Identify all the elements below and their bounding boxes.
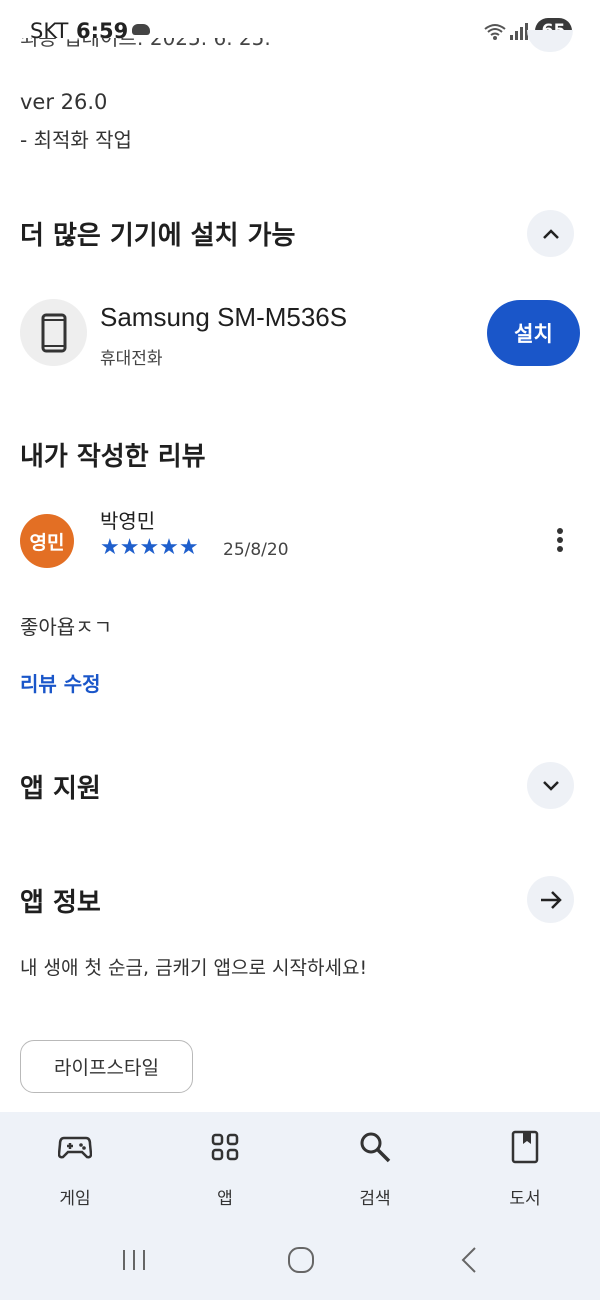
last-updated-text: 최종 업데이트: 2025. 6. 25. — [20, 38, 271, 50]
cloud-icon — [132, 24, 150, 35]
nav-search[interactable]: 검색 — [300, 1112, 450, 1222]
nav-games[interactable]: 게임 — [0, 1112, 150, 1222]
app-info-title: 앱 정보 — [20, 888, 101, 918]
search-icon — [358, 1130, 392, 1164]
signal-icon — [510, 22, 528, 40]
phone-icon — [41, 313, 66, 352]
more-options-button[interactable] — [548, 524, 572, 556]
edit-review-link[interactable]: 리뷰 수정 — [20, 668, 101, 697]
avatar: 영민 — [20, 514, 74, 568]
install-button[interactable]: 설치 — [487, 300, 580, 366]
back-icon — [461, 1247, 476, 1273]
device-name: Samsung SM-M536S — [100, 302, 348, 332]
apps-grid-icon — [208, 1130, 242, 1164]
nav-search-label: 검색 — [359, 1189, 391, 1209]
nav-books[interactable]: 도서 — [450, 1112, 600, 1222]
back-button[interactable] — [439, 1240, 499, 1280]
chevron-up-icon — [542, 228, 559, 239]
app-description: 내 생애 첫 순금, 금캐기 앱으로 시작하세요! — [20, 957, 368, 979]
star-rating: ★★★★★ — [100, 535, 199, 560]
update-note: - 최적화 작업 — [20, 128, 132, 152]
app-info-button[interactable] — [527, 876, 574, 923]
reviewer-name: 박영민 — [100, 509, 156, 533]
nav-apps[interactable]: 앱 — [150, 1112, 300, 1222]
more-vert-icon — [557, 528, 563, 534]
more-devices-title: 더 많은 기기에 설치 가능 — [20, 221, 296, 251]
wifi-icon — [483, 22, 507, 46]
nav-games-label: 게임 — [59, 1189, 91, 1209]
recent-apps-icon — [123, 1250, 145, 1270]
home-icon — [288, 1247, 314, 1273]
recent-apps-button[interactable] — [104, 1240, 164, 1280]
nav-books-label: 도서 — [509, 1189, 541, 1209]
system-nav-bar — [0, 1222, 600, 1300]
version-text: ver 26.0 — [20, 90, 108, 114]
review-text: 좋아욥ㅈㄱ — [20, 615, 112, 639]
device-avatar — [20, 299, 87, 366]
review-date: 25/8/20 — [223, 540, 289, 560]
app-support-title: 앱 지원 — [20, 774, 101, 804]
collapse-devices-button[interactable] — [527, 210, 574, 257]
arrow-right-icon — [540, 890, 562, 909]
gamepad-icon — [58, 1130, 92, 1164]
device-type: 휴대전화 — [100, 349, 163, 369]
expand-support-button[interactable] — [527, 762, 574, 809]
home-button[interactable] — [271, 1240, 331, 1280]
bottom-nav: 게임 앱 검색 도서 — [0, 1112, 600, 1222]
category-chip[interactable]: 라이프스타일 — [20, 1040, 193, 1093]
chevron-down-icon — [542, 780, 559, 791]
nav-apps-label: 앱 — [217, 1189, 233, 1209]
book-icon — [508, 1130, 542, 1164]
my-review-title: 내가 작성한 리뷰 — [20, 442, 206, 472]
